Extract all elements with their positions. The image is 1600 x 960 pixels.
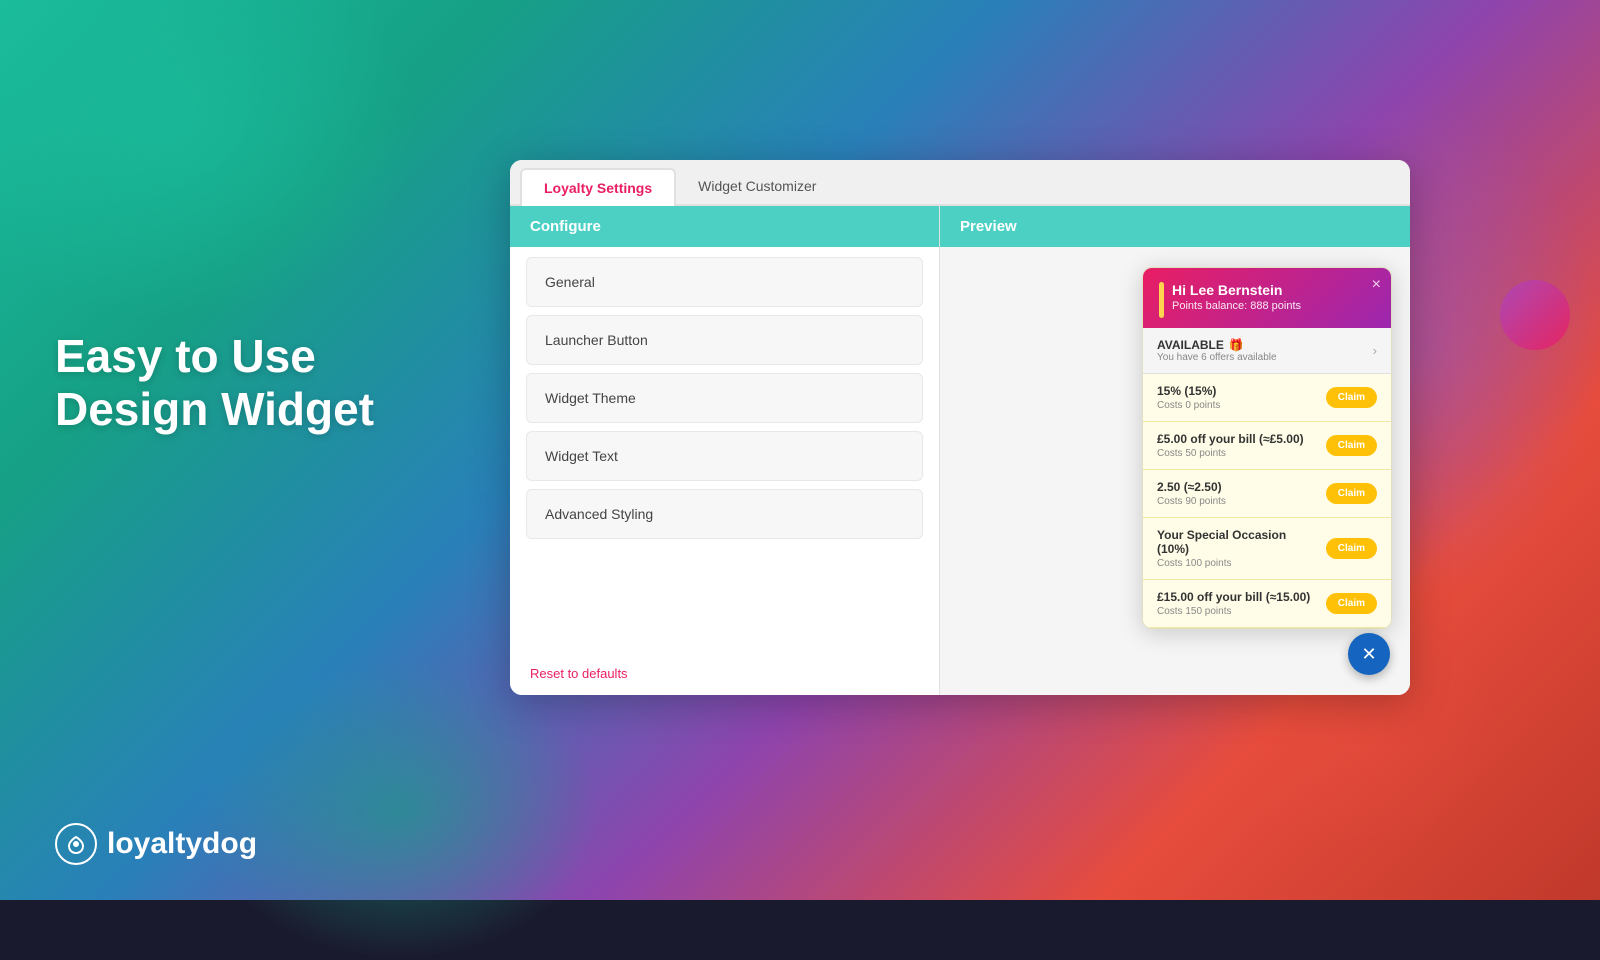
offer-row: 2.50 (≈2.50) Costs 90 points Claim bbox=[1143, 470, 1391, 518]
panel-body: Configure General Launcher Button Widget T… bbox=[510, 206, 1410, 695]
configure-header: Configure bbox=[510, 206, 939, 247]
config-item[interactable]: Launcher Button bbox=[526, 315, 923, 365]
widget-header-inner: Hi Lee Bernstein Points balance: 888 poi… bbox=[1159, 282, 1375, 318]
preview-pane: Preview Hi Lee Bernstein Points balance:… bbox=[940, 206, 1410, 695]
configure-items-list: General Launcher Button Widget Theme Widget… bbox=[510, 247, 939, 652]
offer-info: 15% (15%) Costs 0 points bbox=[1157, 384, 1318, 411]
chevron-right-icon: › bbox=[1373, 343, 1377, 358]
config-item[interactable]: Advanced Styling bbox=[526, 489, 923, 539]
widget-greeting: Hi Lee Bernstein bbox=[1172, 282, 1301, 298]
widget-accent-bar bbox=[1159, 282, 1164, 318]
gift-icon: 🎁 bbox=[1229, 338, 1244, 352]
close-fab-button[interactable]: ✕ bbox=[1348, 633, 1390, 675]
widget-available-label: AVAILABLE 🎁 bbox=[1157, 338, 1277, 352]
widget-header: Hi Lee Bernstein Points balance: 888 poi… bbox=[1143, 268, 1391, 328]
widget-available-row[interactable]: AVAILABLE 🎁 You have 6 offers available … bbox=[1143, 328, 1391, 374]
tab-widget-customizer[interactable]: Widget Customizer bbox=[676, 168, 838, 204]
widget-offers-list: 15% (15%) Costs 0 points Claim £5.00 off yo… bbox=[1143, 374, 1391, 628]
offer-name: 2.50 (≈2.50) bbox=[1157, 480, 1318, 494]
offer-row: 15% (15%) Costs 0 points Claim bbox=[1143, 374, 1391, 422]
offer-info: Your Special Occasion (10%) Costs 100 poi… bbox=[1157, 528, 1318, 569]
tabs-bar: Loyalty Settings Widget Customizer bbox=[510, 160, 1410, 206]
offer-info: £15.00 off your bill (≈15.00) Costs 150 p… bbox=[1157, 590, 1318, 617]
hero-line1: Easy to Use bbox=[55, 330, 316, 382]
logo-icon bbox=[55, 823, 97, 865]
offer-name: Your Special Occasion (10%) bbox=[1157, 528, 1318, 556]
offer-cost: Costs 50 points bbox=[1157, 448, 1318, 459]
widget-points: Points balance: 888 points bbox=[1172, 300, 1301, 312]
hero-line2: Design Widget bbox=[55, 383, 374, 435]
claim-button[interactable]: Claim bbox=[1326, 387, 1377, 408]
main-panel: Loyalty Settings Widget Customizer Confi… bbox=[510, 160, 1410, 695]
logo-text: loyaltydog bbox=[107, 827, 257, 861]
preview-content: Hi Lee Bernstein Points balance: 888 poi… bbox=[940, 247, 1410, 695]
offer-name: £5.00 off your bill (≈£5.00) bbox=[1157, 432, 1318, 446]
widget-available-sub: You have 6 offers available bbox=[1157, 352, 1277, 363]
offer-cost: Costs 150 points bbox=[1157, 606, 1318, 617]
widget-close-button[interactable]: × bbox=[1372, 276, 1381, 294]
offer-cost: Costs 100 points bbox=[1157, 558, 1318, 569]
offer-row: £15.00 off your bill (≈15.00) Costs 150 p… bbox=[1143, 580, 1391, 628]
offer-row: £5.00 off your bill (≈£5.00) Costs 50 poi… bbox=[1143, 422, 1391, 470]
config-item[interactable]: Widget Text bbox=[526, 431, 923, 481]
preview-header: Preview bbox=[940, 206, 1410, 247]
deco-circle bbox=[1500, 280, 1570, 350]
claim-button[interactable]: Claim bbox=[1326, 593, 1377, 614]
available-label-text: AVAILABLE bbox=[1157, 338, 1224, 352]
widget-greeting-block: Hi Lee Bernstein Points balance: 888 poi… bbox=[1172, 282, 1301, 312]
offer-cost: Costs 0 points bbox=[1157, 400, 1318, 411]
offer-name: £15.00 off your bill (≈15.00) bbox=[1157, 590, 1318, 604]
offer-row: Your Special Occasion (10%) Costs 100 poi… bbox=[1143, 518, 1391, 580]
widget-popup: Hi Lee Bernstein Points balance: 888 poi… bbox=[1142, 267, 1392, 629]
hero-text: Easy to Use Design Widget bbox=[55, 330, 374, 436]
reset-defaults-link[interactable]: Reset to defaults bbox=[510, 652, 939, 695]
offer-cost: Costs 90 points bbox=[1157, 496, 1318, 507]
logo: loyaltydog bbox=[55, 823, 257, 865]
claim-button[interactable]: Claim bbox=[1326, 483, 1377, 504]
widget-available-info: AVAILABLE 🎁 You have 6 offers available bbox=[1157, 338, 1277, 363]
claim-button[interactable]: Claim bbox=[1326, 538, 1377, 559]
offer-name: 15% (15%) bbox=[1157, 384, 1318, 398]
bg-blob-2 bbox=[200, 660, 600, 960]
configure-pane: Configure General Launcher Button Widget T… bbox=[510, 206, 940, 695]
config-item[interactable]: Widget Theme bbox=[526, 373, 923, 423]
claim-button[interactable]: Claim bbox=[1326, 435, 1377, 456]
offer-info: £5.00 off your bill (≈£5.00) Costs 50 poi… bbox=[1157, 432, 1318, 459]
config-item[interactable]: General bbox=[526, 257, 923, 307]
offer-info: 2.50 (≈2.50) Costs 90 points bbox=[1157, 480, 1318, 507]
tab-loyalty-settings[interactable]: Loyalty Settings bbox=[520, 168, 676, 206]
